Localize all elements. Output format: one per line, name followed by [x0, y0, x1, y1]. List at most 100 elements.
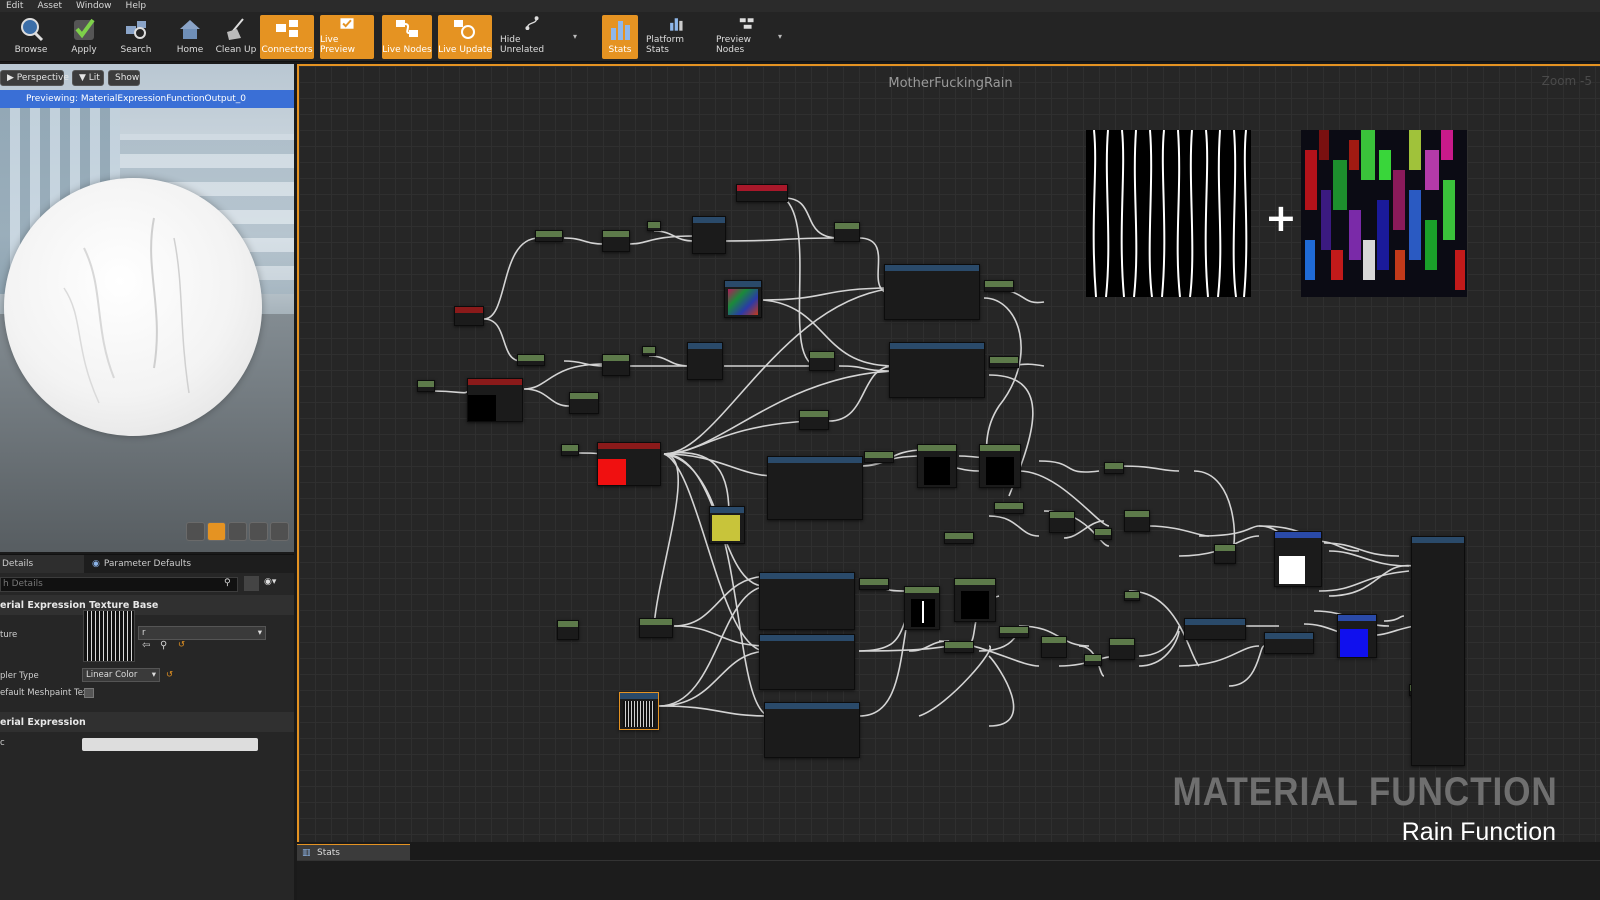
custom-mesh-icon[interactable]	[270, 522, 289, 541]
constant-node-2[interactable]	[642, 346, 656, 356]
mask-node-10[interactable]	[944, 641, 974, 653]
blend-angle-corrected-normals-node[interactable]	[1184, 618, 1246, 640]
multiply-node-3[interactable]	[569, 392, 599, 414]
subtract-node-1[interactable]	[834, 222, 860, 242]
constant-node-6[interactable]	[1094, 528, 1112, 540]
stats-button[interactable]: Stats	[602, 15, 638, 59]
mask-node-9[interactable]	[999, 626, 1029, 638]
divide-node-3[interactable]	[557, 620, 579, 640]
live-update-button[interactable]: Live Update	[438, 15, 492, 59]
desc-text-field[interactable]	[82, 738, 258, 751]
make-material-attributes-node[interactable]	[1411, 536, 1465, 766]
menu-window[interactable]: Window	[76, 1, 112, 11]
append-node-2[interactable]	[1109, 638, 1135, 660]
texture-object-node-2[interactable]	[619, 692, 659, 730]
lit-button[interactable]: ▼ Lit	[72, 70, 104, 86]
hide-unrelated-dropdown-icon[interactable]: ▾	[573, 32, 577, 41]
browse-button[interactable]: Browse	[10, 15, 52, 59]
world-aligned-texture-node-2[interactable]	[889, 342, 985, 398]
menu-edit[interactable]: Edit	[6, 1, 23, 11]
material-graph[interactable]: MotherFuckingRain Zoom -5 + MATERIAL FUN…	[297, 64, 1600, 842]
perspective-button[interactable]: ▶ Perspective	[0, 70, 69, 86]
divide-node-1[interactable]	[799, 410, 829, 430]
meshpaint-checkbox[interactable]	[84, 688, 94, 698]
grid-view-icon[interactable]	[244, 576, 259, 591]
apply-button[interactable]: Apply	[64, 15, 104, 59]
mask-node-3[interactable]	[517, 354, 545, 366]
live-nodes-button[interactable]: Live Nodes	[382, 15, 432, 59]
world-aligned-texture-node-4[interactable]	[764, 702, 860, 758]
eye-icon[interactable]: ◉▾	[264, 577, 276, 587]
tab-stats[interactable]: ▥ Stats	[297, 844, 410, 860]
texture-sample-node-1[interactable]	[709, 506, 745, 544]
mask-node-1[interactable]	[535, 230, 563, 242]
multiply-node-7[interactable]	[904, 586, 940, 630]
lerp-node-1[interactable]	[1214, 544, 1236, 564]
append-vector-node-1[interactable]	[692, 216, 726, 254]
cube-shape-icon[interactable]	[249, 522, 268, 541]
connectors-button[interactable]: Connectors	[260, 15, 314, 59]
search-button[interactable]: Search	[116, 15, 156, 59]
multiply-node-4[interactable]	[917, 444, 957, 488]
preview-nodes-button[interactable]: Preview Nodes	[716, 15, 778, 59]
mask-node-6[interactable]	[994, 502, 1024, 514]
search-icon[interactable]: ⚲	[224, 578, 231, 588]
mask-node-8[interactable]	[859, 578, 889, 590]
sampler-type-select[interactable]: Linear Color ▾	[82, 668, 160, 682]
multiply-node-2[interactable]	[602, 354, 630, 376]
normal-output-node[interactable]	[1337, 614, 1377, 658]
category-expression[interactable]: erial Expression	[0, 712, 294, 732]
texture-object-node-1[interactable]	[724, 280, 762, 318]
tab-details[interactable]: Details	[0, 555, 84, 573]
divide-node-2[interactable]	[639, 618, 673, 638]
multiply-node-6[interactable]	[1049, 511, 1075, 533]
constant-node-4[interactable]	[561, 444, 579, 456]
world-aligned-texture-node-3[interactable]	[759, 634, 855, 690]
constant-node-9[interactable]	[1124, 591, 1140, 601]
cleanup-button[interactable]: Clean Up	[212, 15, 260, 59]
category-texture-base[interactable]: erial Expression Texture Base	[0, 595, 294, 615]
mask-node-2[interactable]	[984, 280, 1014, 292]
multiply-node-1[interactable]	[602, 230, 630, 252]
multiply-node-8[interactable]	[954, 578, 996, 622]
constant-node-7[interactable]	[1084, 654, 1102, 666]
texture-thumbnail[interactable]	[83, 610, 135, 662]
append-node-1[interactable]	[1124, 510, 1150, 532]
preview-nodes-dropdown-icon[interactable]: ▾	[778, 32, 782, 41]
mask-node-7[interactable]	[944, 532, 974, 544]
roughness-output-node[interactable]	[1274, 531, 1322, 587]
reset-texture-icon[interactable]: ↺	[178, 640, 185, 650]
rain-speed-parameter-node[interactable]	[467, 378, 523, 422]
reset-sampler-icon[interactable]: ↺	[166, 670, 173, 680]
use-selected-arrow-icon[interactable]: ⇦	[142, 640, 150, 651]
world-aligned-texture-node-1[interactable]	[884, 264, 980, 320]
rain-color-parameter-node[interactable]	[597, 442, 661, 486]
texture-asset-picker[interactable]: r ▾	[138, 626, 266, 640]
multiply-node-5[interactable]	[979, 444, 1021, 488]
menu-help[interactable]: Help	[126, 1, 147, 11]
tab-parameter-defaults[interactable]: ◉ Parameter Defaults	[84, 555, 194, 573]
world-aligned-normal-node-2[interactable]	[759, 572, 855, 630]
world-aligned-normal-node-1[interactable]	[767, 456, 863, 520]
absolute-world-position-node[interactable]	[736, 184, 788, 202]
plane-shape-icon[interactable]	[228, 522, 247, 541]
multiply-node-9[interactable]	[1041, 636, 1067, 658]
platform-stats-button[interactable]: Platform Stats	[646, 15, 706, 59]
mask-node-4[interactable]	[989, 356, 1019, 368]
subtract-node-2[interactable]	[809, 351, 835, 371]
mask-node-5[interactable]	[864, 451, 894, 463]
time-node[interactable]	[454, 306, 484, 326]
preview-viewport[interactable]: ▶ Perspective ▼ Lit Show Previewing: Mat…	[0, 64, 294, 552]
constant-node-3[interactable]	[417, 380, 435, 392]
constant-node-5[interactable]	[1104, 462, 1124, 474]
menu-asset[interactable]: Asset	[37, 1, 62, 11]
flatten-normal-node[interactable]	[1264, 632, 1314, 654]
append-vector-node-2[interactable]	[687, 342, 723, 380]
constant-node-1[interactable]	[647, 221, 661, 231]
hide-unrelated-button[interactable]: Hide Unrelated	[500, 15, 564, 59]
home-button[interactable]: Home	[170, 15, 210, 59]
details-search-input[interactable]: h Details	[0, 577, 238, 592]
sphere-shape-icon[interactable]	[207, 522, 226, 541]
cylinder-shape-icon[interactable]	[186, 522, 205, 541]
show-button[interactable]: Show	[108, 70, 140, 86]
